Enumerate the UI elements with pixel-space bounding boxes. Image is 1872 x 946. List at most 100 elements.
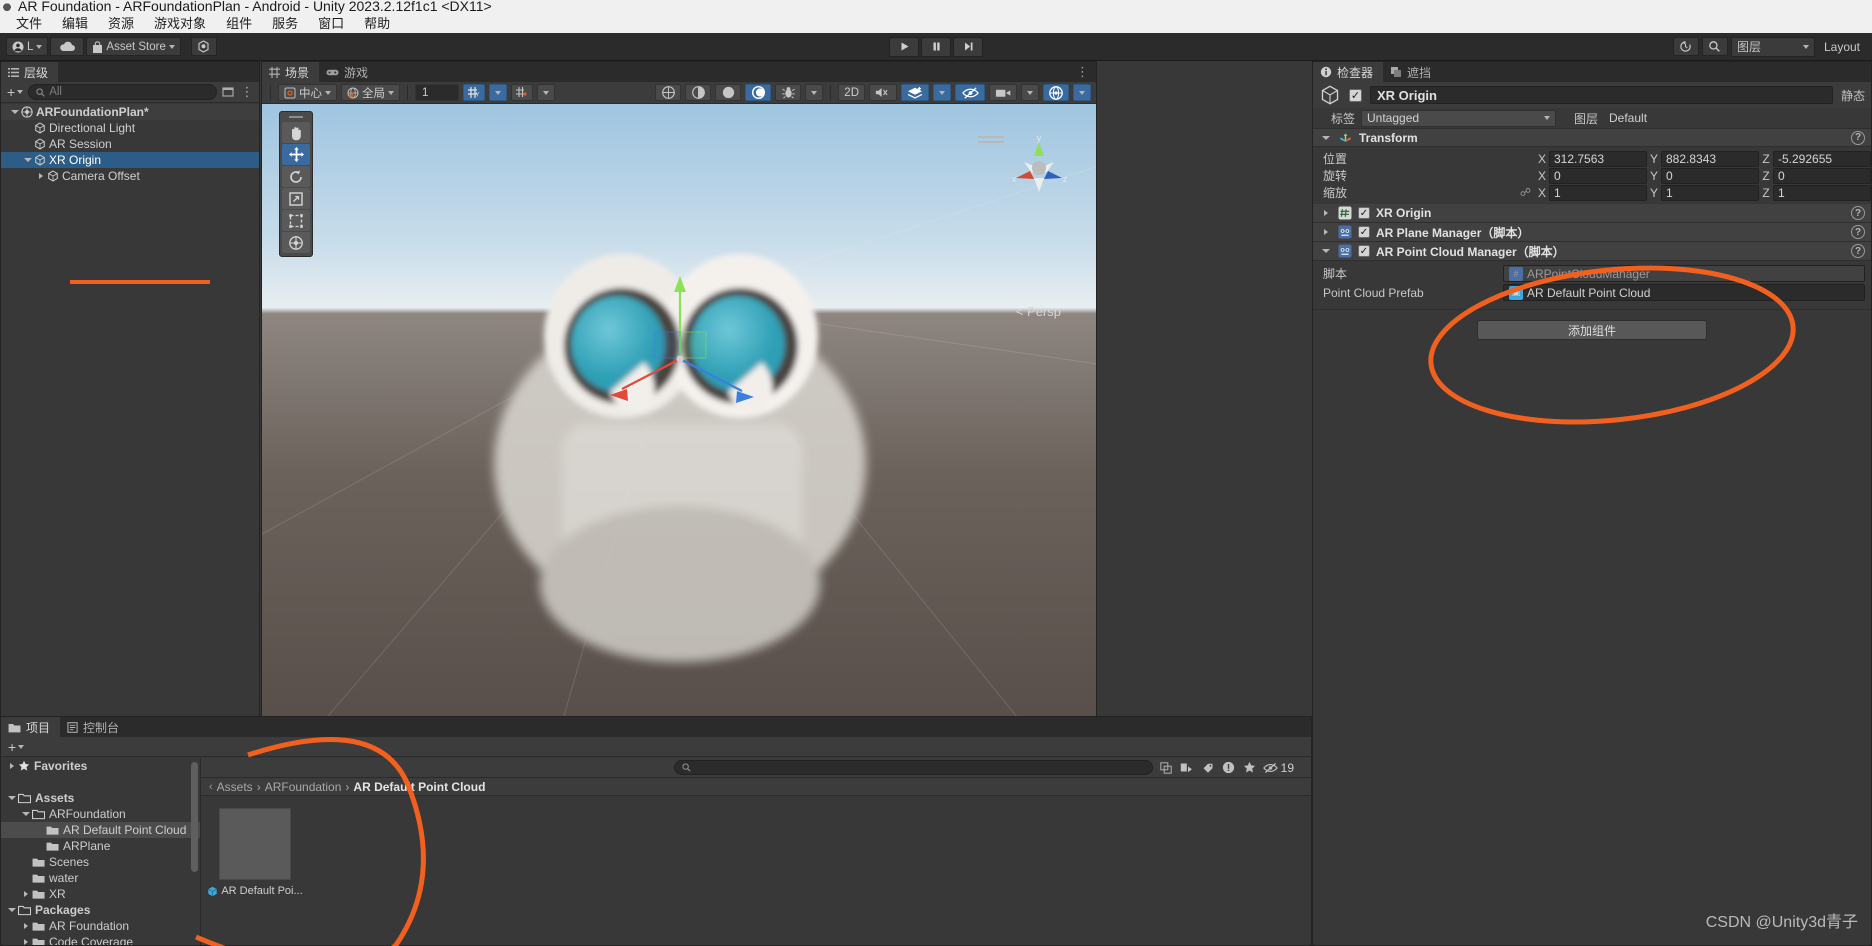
transform-twirl[interactable]: [1319, 135, 1332, 140]
twirl-toggle[interactable]: [19, 812, 32, 816]
hierarchy-item-camera-offset[interactable]: Camera Offset: [1, 168, 259, 184]
grid-axis-dropdown[interactable]: [489, 84, 507, 101]
component-twirl[interactable]: [1319, 210, 1332, 216]
project-tree-item-code-coverage[interactable]: Code Coverage: [1, 934, 200, 945]
snap-increment-button[interactable]: [511, 84, 533, 101]
object-enabled-checkbox[interactable]: ✓: [1349, 88, 1362, 102]
breadcrumb-arfoundation[interactable]: ARFoundation: [265, 780, 342, 794]
project-tree-item-water[interactable]: water: [1, 870, 200, 886]
project-tree-item-ar-default-point-cloud[interactable]: AR Default Point Cloud: [1, 822, 200, 838]
play-button[interactable]: [889, 36, 919, 57]
transform-component-header[interactable]: Transform ?: [1313, 128, 1871, 147]
twirl-toggle[interactable]: [21, 158, 34, 162]
help-icon[interactable]: ?: [1851, 225, 1865, 239]
project-tree-scrollbar[interactable]: [191, 762, 198, 872]
rect-tool-button[interactable]: [282, 210, 310, 231]
help-icon[interactable]: ?: [1851, 244, 1865, 258]
asset-item-0[interactable]: AR Default Poi...: [208, 808, 303, 897]
transform-z-input[interactable]: -5.292655: [1773, 150, 1871, 167]
component-row-2[interactable]: ✓ AR Point Cloud Manager（脚本）?: [1313, 242, 1871, 261]
menu-item-services[interactable]: 服务: [262, 14, 308, 33]
transform-x-input[interactable]: 0: [1549, 167, 1647, 184]
device-simulator-button[interactable]: [190, 37, 217, 56]
twirl-toggle[interactable]: [8, 110, 21, 114]
scene-menu-button[interactable]: ⋮: [1069, 62, 1096, 82]
audio-toggle[interactable]: [775, 84, 802, 101]
layer-dropdown[interactable]: Default: [1604, 109, 1865, 127]
component-enabled-checkbox[interactable]: ✓: [1358, 207, 1370, 219]
add-component-button[interactable]: 添加组件: [1477, 320, 1707, 340]
component-twirl[interactable]: [1319, 229, 1332, 235]
scene-viewport[interactable]: y x z < Persp: [262, 104, 1096, 721]
search-button[interactable]: [1701, 37, 1728, 56]
handle-space-dropdown[interactable]: 全局: [341, 84, 400, 101]
project-tree-item-packages[interactable]: Packages: [1, 902, 200, 918]
palette-drag-handle[interactable]: [289, 116, 303, 118]
project-tree-item-favorites[interactable]: Favorites: [1, 758, 200, 774]
grid-size-input[interactable]: 1: [415, 84, 459, 101]
tab-project[interactable]: 项目: [1, 717, 61, 737]
component-row-0[interactable]: ✓ XR Origin?: [1313, 204, 1871, 223]
menu-item-help[interactable]: 帮助: [354, 14, 400, 33]
menu-item-gameobject[interactable]: 游戏对象: [144, 14, 216, 33]
breadcrumb-back-icon[interactable]: ‹: [209, 781, 213, 793]
project-tree-item-scenes[interactable]: Scenes: [1, 854, 200, 870]
hierarchy-menu-button[interactable]: ⋮: [239, 84, 255, 100]
transform-z-input[interactable]: 1: [1773, 184, 1871, 201]
tab-occlusion[interactable]: 遮挡: [1383, 62, 1442, 82]
cloud-button[interactable]: [50, 37, 85, 56]
layers-dropdown[interactable]: 图层: [1730, 36, 1815, 57]
account-button[interactable]: L: [6, 37, 49, 56]
hand-tool-button[interactable]: [282, 122, 310, 143]
undo-history-button[interactable]: [1672, 37, 1699, 56]
menu-item-edit[interactable]: 编辑: [52, 14, 98, 33]
project-search-input[interactable]: [674, 760, 1153, 775]
component-enabled-checkbox[interactable]: ✓: [1358, 226, 1370, 238]
component-row-1[interactable]: ✓ AR Plane Manager（脚本）?: [1313, 223, 1871, 242]
camera-dropdown[interactable]: [1021, 84, 1039, 101]
twirl-toggle[interactable]: [5, 908, 18, 912]
twirl-toggle[interactable]: [19, 891, 32, 897]
grid-axis-button[interactable]: Y: [463, 84, 485, 101]
transform-y-input[interactable]: 0: [1661, 167, 1759, 184]
scale-tool-button[interactable]: [282, 188, 310, 209]
filter-type-button[interactable]: [1179, 760, 1195, 776]
project-tree-item-arfoundation[interactable]: ARFoundation: [1, 806, 200, 822]
hierarchy-item-ar-session[interactable]: AR Session: [1, 136, 259, 152]
scene-camera-button[interactable]: [989, 84, 1017, 101]
tab-game[interactable]: 游戏: [319, 62, 379, 82]
hidden-objects-toggle[interactable]: [955, 84, 985, 101]
hierarchy-list[interactable]: ARFoundationPlan* Directional Light AR Ses…: [1, 104, 259, 721]
prefab-value-field[interactable]: ▣ AR Default Point Cloud: [1503, 284, 1865, 301]
project-tree-item-arplane[interactable]: ARPlane: [1, 838, 200, 854]
uniform-scale-lock-icon[interactable]: ☍: [1520, 186, 1531, 199]
scene-orientation-gizmo[interactable]: y x z: [1004, 132, 1074, 202]
menu-item-window[interactable]: 窗口: [308, 14, 354, 33]
asset-store-button[interactable]: Asset Store: [86, 37, 181, 56]
help-icon[interactable]: ?: [1851, 130, 1865, 145]
project-add-button[interactable]: +: [6, 739, 26, 755]
transform-tool-button[interactable]: [282, 232, 310, 253]
tab-inspector[interactable]: 检查器: [1313, 62, 1384, 82]
breadcrumb-assets[interactable]: Assets: [217, 780, 253, 794]
tag-dropdown[interactable]: Untagged: [1361, 109, 1556, 127]
search-expand-button[interactable]: [1158, 760, 1174, 776]
hierarchy-options-button[interactable]: [220, 84, 236, 100]
hierarchy-add-button[interactable]: +: [5, 84, 25, 100]
gizmos-toggle[interactable]: [1043, 84, 1069, 101]
transform-z-input[interactable]: 0: [1773, 167, 1871, 184]
rotate-tool-button[interactable]: [282, 166, 310, 187]
shading-mode-button[interactable]: [655, 84, 682, 101]
pause-button[interactable]: [921, 36, 951, 57]
help-icon[interactable]: ?: [1851, 206, 1865, 220]
hierarchy-item-xr-origin[interactable]: XR Origin: [1, 152, 259, 168]
object-name-input[interactable]: XR Origin: [1370, 86, 1833, 104]
menu-item-component[interactable]: 组件: [216, 14, 262, 33]
wireframe-button[interactable]: [685, 84, 712, 101]
twirl-toggle[interactable]: [19, 939, 32, 945]
menu-item-assets[interactable]: 资源: [98, 14, 144, 33]
gizmos-dropdown[interactable]: [1073, 84, 1091, 101]
menu-item-file[interactable]: 文件: [6, 14, 52, 33]
twirl-toggle[interactable]: [34, 173, 47, 179]
twirl-toggle[interactable]: [5, 796, 18, 800]
